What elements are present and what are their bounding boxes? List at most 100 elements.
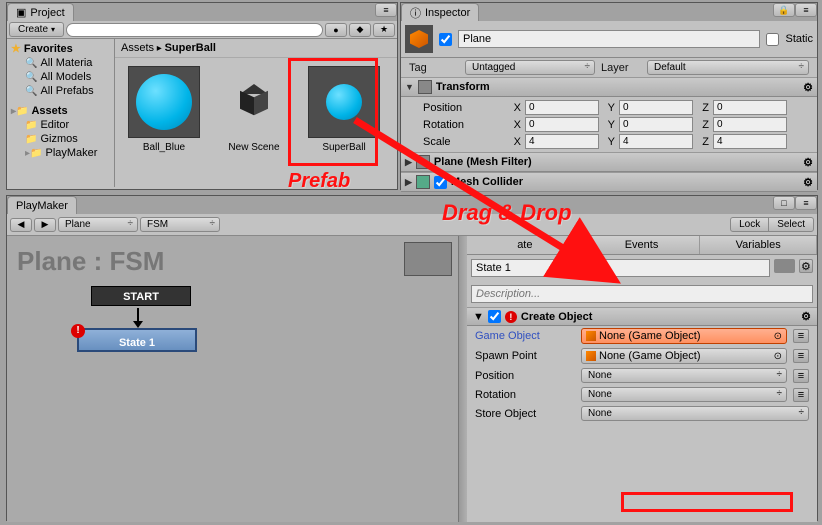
inspector-tab[interactable]: ⓘ Inspector <box>401 3 479 21</box>
store-object-dropdown[interactable]: None <box>581 406 809 421</box>
panel-menu-icon[interactable]: ≡ <box>795 196 817 210</box>
gear-icon[interactable]: ⚙ <box>801 310 811 323</box>
layer-dropdown[interactable]: Default <box>647 60 809 75</box>
static-checkbox[interactable] <box>766 33 779 46</box>
tag-dropdown[interactable]: Untagged <box>465 60 595 75</box>
asset-item[interactable]: New Scene <box>215 66 293 153</box>
fsm-dropdown[interactable]: FSM <box>140 217 220 232</box>
options-icon[interactable]: ≡ <box>793 349 809 363</box>
lock-icon[interactable]: 🔒 <box>773 3 795 17</box>
back-button[interactable]: ◀ <box>10 218 32 232</box>
save-search-icon[interactable]: ★ <box>373 23 395 37</box>
scale-y-input[interactable] <box>619 134 693 149</box>
object-picker-icon[interactable]: ⊙ <box>774 351 782 362</box>
scale-z-input[interactable] <box>713 134 787 149</box>
annotation-dragdrop: Drag & Drop <box>442 200 572 226</box>
folder-icon: ▸📁 <box>11 106 28 117</box>
lock-button[interactable]: Lock <box>730 217 769 232</box>
object-picker-icon[interactable]: ⊙ <box>774 331 782 342</box>
description-input[interactable] <box>471 285 813 303</box>
object-dropdown[interactable]: Plane <box>58 217 138 232</box>
transform-header[interactable]: ▼ Transform ⚙ <box>401 77 817 97</box>
fav-item[interactable]: 🔍All Prefabs <box>9 84 112 98</box>
filter-icon[interactable]: ● <box>325 23 347 37</box>
folder-item[interactable]: 📁Editor <box>9 118 112 132</box>
project-tabbar: ▣ Project ≡ <box>7 3 397 21</box>
gear-icon[interactable]: ⚙ <box>803 176 813 189</box>
tab-state[interactable]: ate <box>467 236 584 254</box>
enabled-checkbox[interactable] <box>439 33 452 46</box>
minimap[interactable] <box>404 242 452 276</box>
fav-item[interactable]: 🔍All Materia <box>9 56 112 70</box>
breadcrumb-root[interactable]: Assets <box>121 42 154 54</box>
state-name-input[interactable] <box>471 259 770 277</box>
gear-icon[interactable]: ⚙ <box>803 81 813 94</box>
panel-menu-icon[interactable]: ≡ <box>795 3 817 17</box>
rotation-dropdown[interactable]: None <box>581 387 787 402</box>
position-dropdown[interactable]: None <box>581 368 787 383</box>
asset-item-prefab[interactable]: SuperBall <box>305 66 383 153</box>
splitter[interactable] <box>459 236 467 522</box>
folder-item[interactable]: 📁Gizmos <box>9 132 112 146</box>
rot-x-input[interactable] <box>525 117 599 132</box>
folder-item[interactable]: ▸📁PlayMaker <box>9 146 112 160</box>
meshcollider-header[interactable]: ▶ Mesh Collider ⚙ <box>401 172 817 192</box>
foldout-icon[interactable]: ▼ <box>473 311 484 323</box>
playmaker-panel: PlayMaker □ ≡ ◀ ▶ Plane FSM Lock Select … <box>6 195 818 521</box>
position-row: Position X Y Z <box>401 99 817 116</box>
tab-events[interactable]: Events <box>584 236 701 254</box>
panel-close-icon[interactable]: □ <box>773 196 795 210</box>
rot-y-input[interactable] <box>619 117 693 132</box>
state-node[interactable]: ! State 1 <box>77 328 197 352</box>
asset-item[interactable]: Ball_Blue <box>125 66 203 153</box>
action-header[interactable]: ▼ ! Create Object ⚙ <box>467 307 817 326</box>
options-icon[interactable]: ≡ <box>793 388 809 402</box>
spawn-point-field[interactable]: None (Game Object) ⊙ <box>581 348 787 364</box>
playmaker-tab[interactable]: PlayMaker <box>7 196 77 214</box>
breadcrumb-current[interactable]: SuperBall <box>165 42 216 54</box>
search-icon: 🔍 <box>25 72 37 83</box>
playmaker-tabbar: PlayMaker □ ≡ <box>7 196 817 214</box>
tab-variables[interactable]: Variables <box>700 236 817 254</box>
create-button[interactable]: Create <box>9 22 64 37</box>
pos-y-input[interactable] <box>619 100 693 115</box>
unity-logo-icon <box>230 78 278 126</box>
scale-x-input[interactable] <box>525 134 599 149</box>
rot-z-input[interactable] <box>713 117 787 132</box>
gameobject-name-input[interactable] <box>458 30 760 48</box>
pos-z-input[interactable] <box>713 100 787 115</box>
inspector-tab-label: Inspector <box>425 7 470 19</box>
gear-icon[interactable]: ⚙ <box>799 259 813 273</box>
select-button[interactable]: Select <box>768 217 814 232</box>
pos-x-input[interactable] <box>525 100 599 115</box>
options-icon[interactable]: ≡ <box>793 369 809 383</box>
assets-header[interactable]: ▸📁Assets <box>9 104 112 118</box>
prop-store-object: Store Object None <box>467 404 817 423</box>
prop-label[interactable]: Game Object <box>475 330 575 342</box>
game-object-field[interactable]: None (Game Object) ⊙ <box>581 328 787 344</box>
start-node[interactable]: START <box>91 286 191 306</box>
foldout-icon[interactable]: ▶ <box>405 177 412 188</box>
component-enabled-checkbox[interactable] <box>434 176 447 189</box>
panel-menu-icon[interactable]: ≡ <box>375 3 397 17</box>
project-tab[interactable]: ▣ Project <box>7 3 74 21</box>
fsm-canvas[interactable]: Plane : FSM START ! State 1 <box>7 236 459 522</box>
foldout-icon[interactable]: ▶ <box>405 157 412 168</box>
gear-icon[interactable]: ⚙ <box>803 156 813 169</box>
project-search-input[interactable] <box>66 23 323 37</box>
component-title: Mesh Collider <box>451 176 523 188</box>
favorites-header[interactable]: ★Favorites <box>9 41 112 56</box>
color-swatch[interactable] <box>774 259 795 273</box>
gameobject-icon[interactable] <box>405 25 433 53</box>
inspector-panel: ⓘ Inspector 🔒 ≡ Static Tag Untagged Laye… <box>400 2 818 190</box>
star-icon: ★ <box>11 42 21 55</box>
fav-item[interactable]: 🔍All Models <box>9 70 112 84</box>
meshfilter-header[interactable]: ▶ Plane (Mesh Filter) ⚙ <box>401 152 817 172</box>
breadcrumb[interactable]: Assets ▸ SuperBall <box>115 39 397 58</box>
options-icon[interactable]: ≡ <box>793 329 809 343</box>
gameobject-header: Static <box>401 21 817 58</box>
foldout-icon[interactable]: ▼ <box>405 82 414 92</box>
filter-type-icon[interactable]: ◆ <box>349 23 371 37</box>
action-enabled-checkbox[interactable] <box>488 310 501 323</box>
forward-button[interactable]: ▶ <box>34 218 56 232</box>
